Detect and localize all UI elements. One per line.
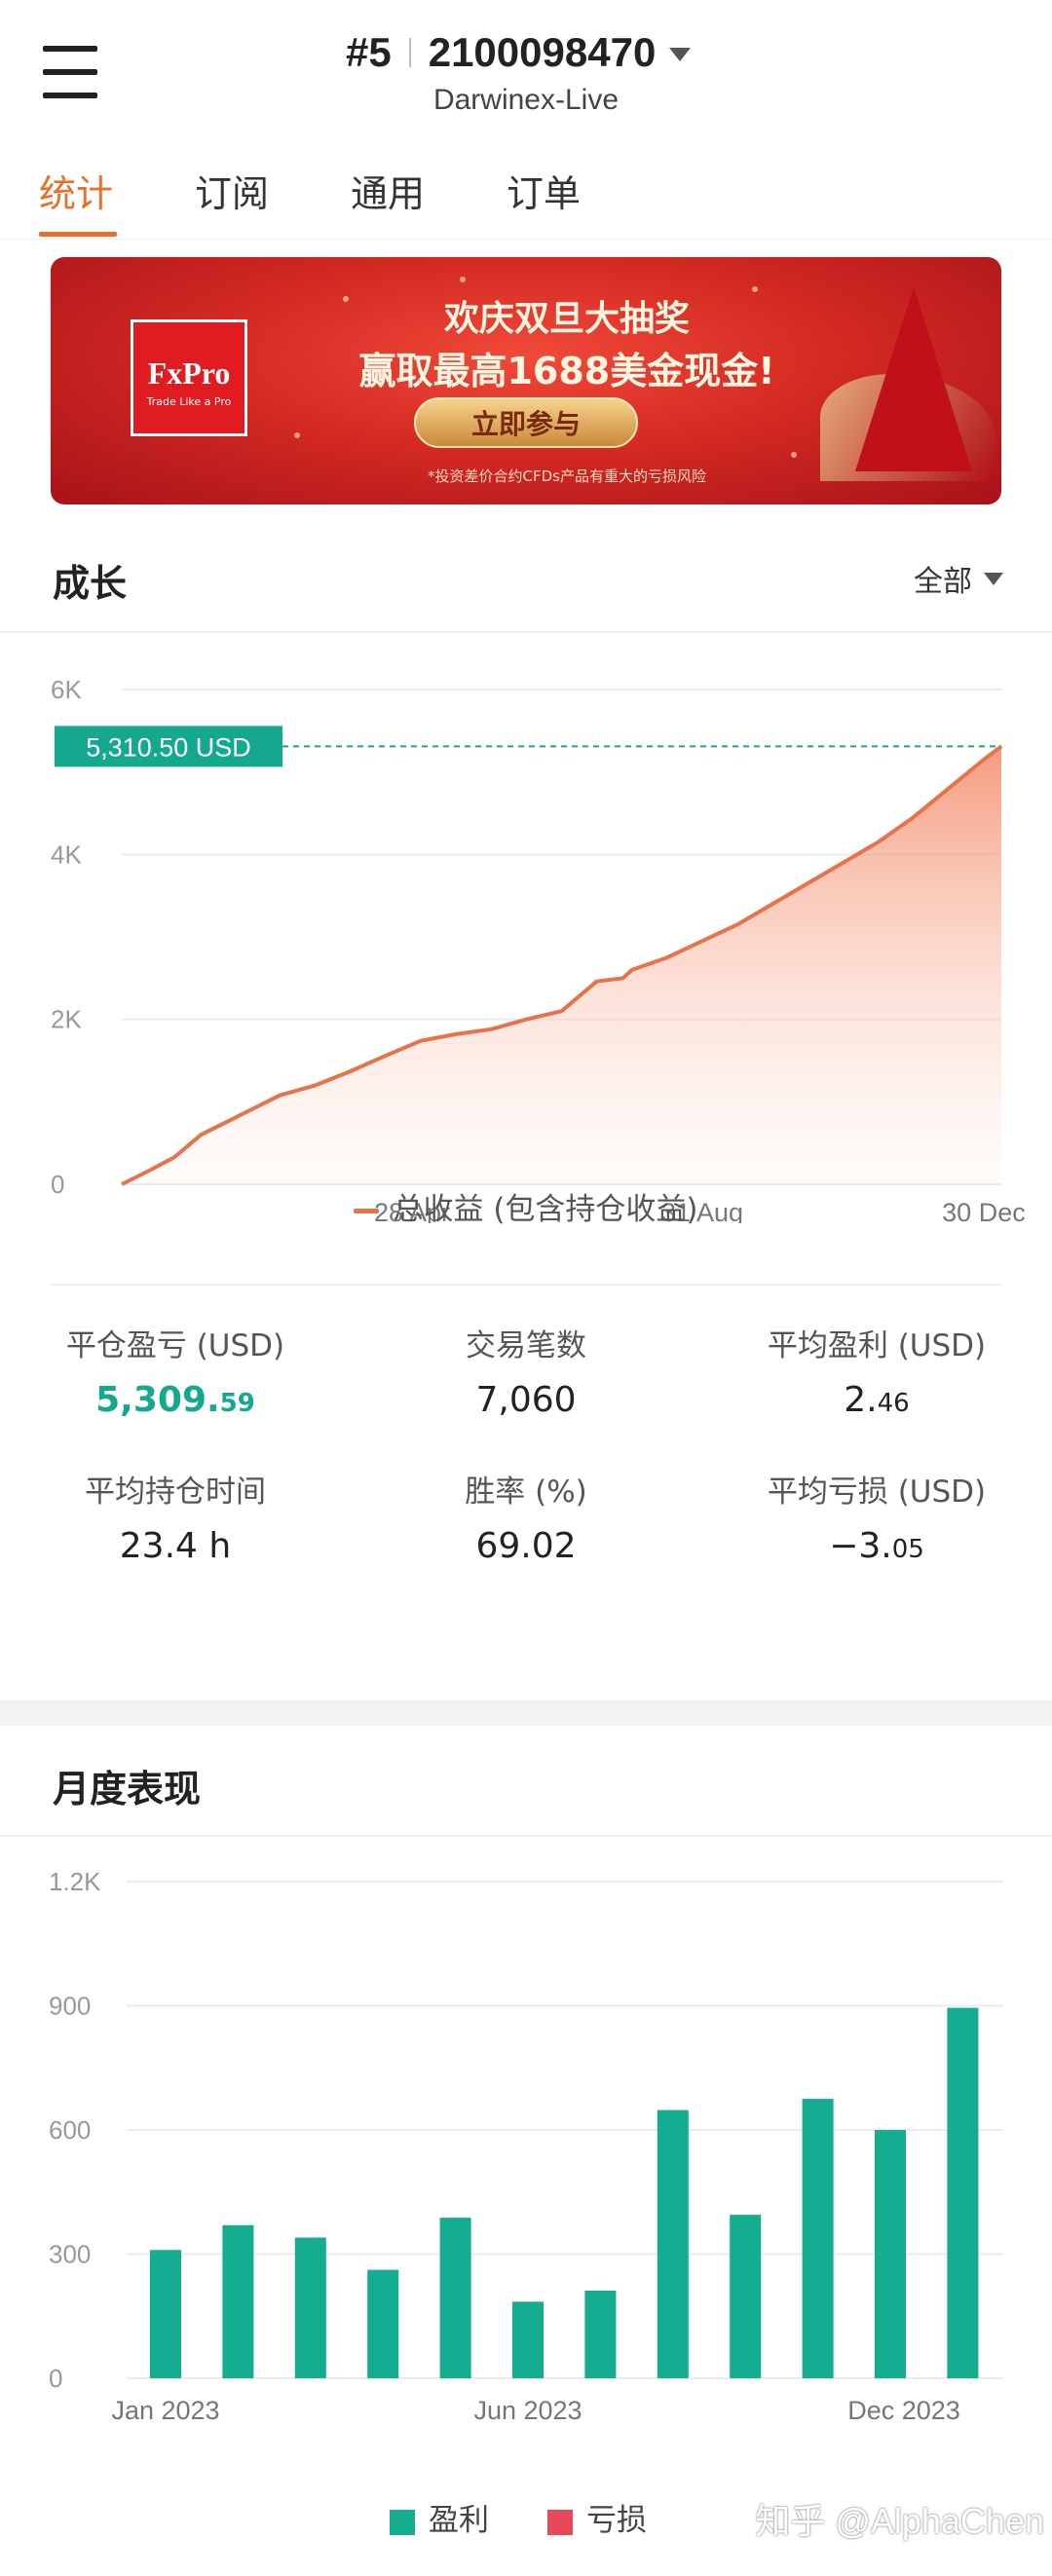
section-divider: [0, 1835, 1052, 1837]
stat-value: 5,309.59: [95, 1380, 255, 1420]
banner-disclaimer: *投资差价合约CFDs产品有重大的亏损风险: [428, 467, 706, 485]
stat-value: 7,060: [475, 1380, 577, 1420]
monthly-title: 月度表现: [53, 1768, 202, 1811]
y-tick-label: 4K: [51, 840, 82, 869]
growth-card: 成长 全部 0 2K 4K 6K 5,310.50 USD 28 Apr 31 Aug 30 …: [0, 522, 1052, 1700]
stat-avg-profit: 平均盈利 (USD) 2.46: [701, 1321, 1052, 1420]
monthly-legend: 盈利 亏损: [390, 2495, 647, 2539]
y-tick-label: 1.2K: [49, 1867, 101, 1896]
profit-bar: [730, 2215, 762, 2378]
x-tick-label: Jan 2023: [111, 2396, 219, 2425]
growth-chart: 02K4K6K5,310.50 USD28 Apr 31 Aug 30 Dec: [51, 675, 1026, 1223]
account-selector[interactable]: #5 2100098470: [346, 25, 692, 80]
promo-banner[interactable]: FxPro Trade Like a Pro 欢庆双旦大抽奖 赢取最高1688美…: [51, 257, 1001, 504]
profit-bar: [802, 2099, 834, 2378]
profit-bar: [150, 2250, 181, 2378]
stat-winrate: 胜率 (%) 69.02: [351, 1467, 701, 1566]
current-value-label: 5,310.50 USD: [86, 732, 251, 762]
stat-avg-hold: 平均持仓时间 23.4 h: [0, 1467, 351, 1566]
christmas-tree-icon: [855, 286, 972, 471]
legend-label: 总收益 (包含持仓收益): [393, 1192, 698, 1227]
profit-bar: [439, 2218, 471, 2378]
stat-label: 平均盈利 (USD): [767, 1328, 987, 1363]
y-tick-label: 0: [49, 2364, 62, 2393]
range-select[interactable]: 全部: [914, 557, 1003, 600]
stat-avg-loss: 平均亏损 (USD) −3.05: [701, 1467, 1052, 1566]
banner-subheadline: 赢取最高1688美金现金!: [358, 350, 775, 392]
x-tick-label: Jun 2023: [473, 2396, 582, 2425]
growth-area: [122, 746, 1001, 1184]
tab-bar: 统计 订阅 通用 订单: [0, 142, 1052, 240]
stat-label: 平均亏损 (USD): [767, 1475, 987, 1510]
monthly-card: 月度表现 0 300 600 900 1.2K Jan 2023 Jun 2023 Dec 2…: [0, 1726, 1052, 2576]
stat-value: 23.4 h: [119, 1526, 232, 1566]
stat-label: 平仓盈亏 (USD): [65, 1328, 285, 1363]
profit-bar: [657, 2109, 689, 2378]
chart-divider: [51, 1284, 1001, 1286]
stat-label: 交易笔数: [466, 1328, 586, 1363]
watermark: 知乎 @AlphaChen: [755, 2501, 1044, 2541]
server-name: Darwinex-Live: [432, 84, 620, 116]
stat-label: 平均持仓时间: [85, 1475, 266, 1510]
profit-bar: [947, 2007, 979, 2378]
stat-label: 胜率 (%): [465, 1475, 587, 1510]
growth-legend: 总收益 (包含持仓收益): [0, 1184, 1052, 1228]
y-tick-label: 600: [49, 2115, 91, 2145]
profit-bar: [294, 2237, 326, 2378]
stat-value: −3.05: [829, 1526, 924, 1566]
range-select-label: 全部: [914, 565, 972, 599]
growth-title: 成长: [53, 562, 128, 605]
stat-value: 69.02: [475, 1526, 577, 1566]
stat-trades: 交易笔数 7,060: [351, 1321, 701, 1420]
legend-loss: 亏损: [547, 2495, 647, 2539]
banner-join-button[interactable]: 立即参与: [414, 397, 638, 448]
monthly-chart: 0 300 600 900 1.2K Jan 2023 Jun 2023 Dec 2023: [49, 1867, 1003, 2425]
x-tick-label: Dec 2023: [847, 2396, 960, 2425]
profit-bar: [875, 2130, 906, 2378]
tab-general[interactable]: 通用: [351, 164, 425, 217]
active-tab-indicator: [39, 232, 117, 237]
banner-headline: 欢庆双旦大抽奖: [443, 299, 690, 339]
stat-closed-pnl: 平仓盈亏 (USD) 5,309.59: [0, 1321, 351, 1420]
tab-orders[interactable]: 订单: [507, 164, 581, 217]
y-tick-label: 2K: [51, 1005, 82, 1034]
promo-banner-container: FxPro Trade Like a Pro 欢庆双旦大抽奖 赢取最高1688美…: [0, 240, 1052, 522]
fxpro-logo: FxPro Trade Like a Pro: [131, 319, 247, 436]
y-tick-label: 900: [49, 1992, 91, 2021]
profit-bar: [222, 2224, 254, 2378]
legend-profit: 盈利: [390, 2495, 489, 2539]
title-separator: [408, 38, 411, 67]
profit-bar: [512, 2301, 544, 2378]
y-tick-label: 300: [49, 2240, 91, 2269]
account-id: 2100098470: [428, 29, 657, 75]
tab-stats[interactable]: 统计: [39, 164, 113, 217]
stat-value: 2.46: [844, 1380, 910, 1420]
y-tick-label: 6K: [51, 675, 82, 704]
tab-subscribe[interactable]: 订阅: [195, 164, 269, 217]
profit-bar: [367, 2269, 399, 2378]
legend-swatch: [354, 1209, 380, 1213]
chevron-down-icon: [984, 572, 1003, 585]
dropdown-caret-icon: [669, 48, 692, 61]
section-divider: [0, 631, 1052, 633]
app-header: #5 2100098470 Darwinex-Live: [0, 0, 1052, 142]
account-rank: #5: [346, 29, 392, 75]
profit-bar: [584, 2290, 617, 2378]
